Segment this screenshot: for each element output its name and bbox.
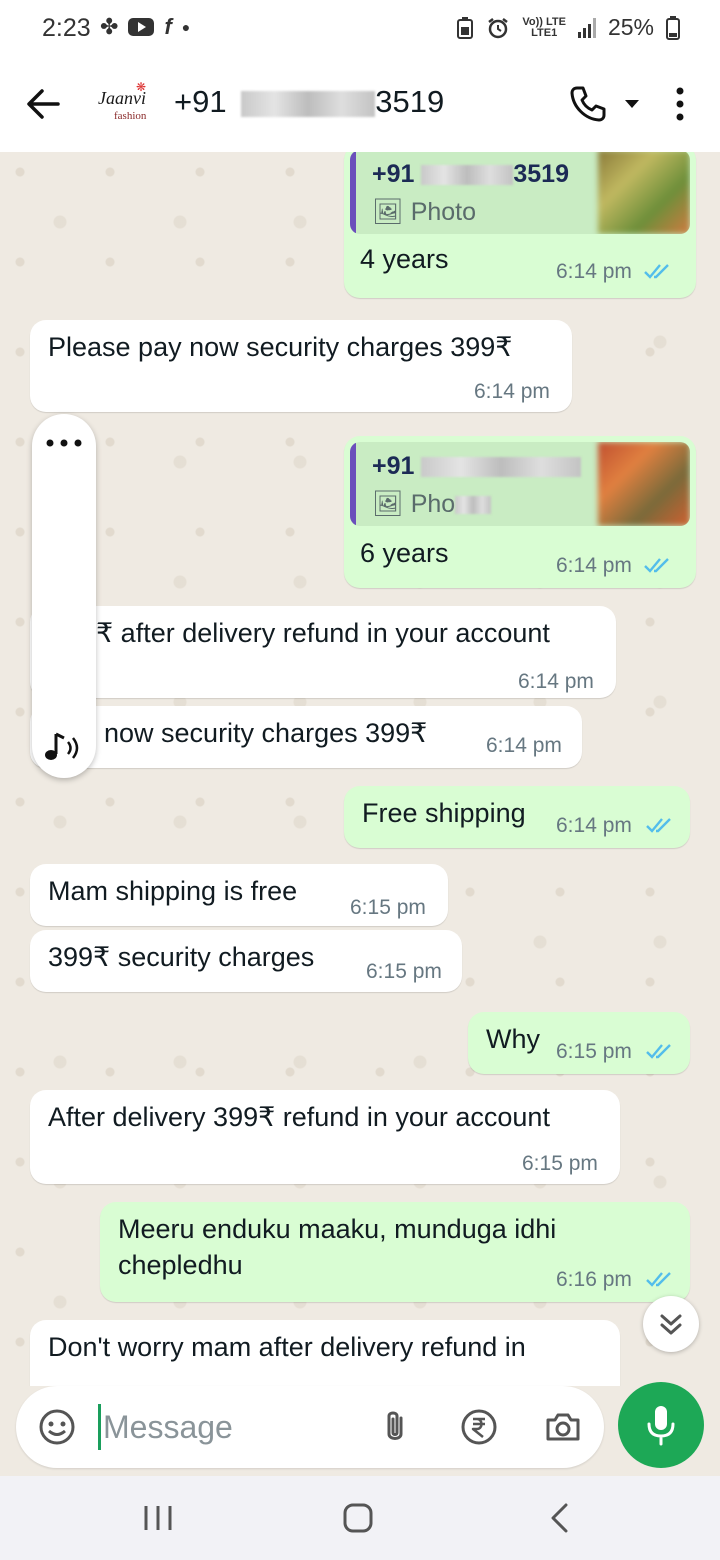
home-icon[interactable] (338, 1500, 378, 1536)
signal-icon (577, 17, 596, 38)
message-outgoing[interactable]: Free shipping 6:14 pm (344, 786, 690, 848)
message-incoming[interactable]: Don't worry mam after delivery refund in (30, 1320, 620, 1386)
scroll-to-bottom-button[interactable] (643, 1296, 699, 1352)
contact-avatar[interactable]: ❋ Jaanvi fashion (96, 80, 154, 128)
message-time: 6:15 pm (366, 960, 442, 983)
phone-icon[interactable] (568, 84, 608, 124)
message-outgoing[interactable]: +91 🖼︎ Pho 6 years 6:14 pm (344, 436, 696, 588)
more-vert-icon[interactable] (670, 84, 690, 124)
message-text: 399₹ security charges (48, 942, 315, 972)
battery-saver-icon (457, 16, 474, 39)
quote-bar (350, 442, 356, 526)
status-bar: 2:23 ✤ f ● Vo)) LTE LTE1 25% (0, 0, 720, 58)
message-list[interactable]: +91 3519 🖼︎ Photo 4 years 6:14 pm Please… (0, 152, 720, 1386)
message-outgoing[interactable]: Why 6:15 pm (468, 1012, 690, 1074)
message-text-line: chepledhu (118, 1250, 243, 1280)
message-time: 6:15 pm (556, 1040, 632, 1063)
read-ticks-icon (646, 1044, 671, 1059)
contact-name[interactable]: +91 3519 (174, 84, 444, 120)
message-time: 6:16 pm (556, 1268, 632, 1291)
read-ticks-icon (646, 1272, 671, 1287)
message-time: 6:14 pm (556, 554, 632, 577)
battery-icon (666, 15, 680, 40)
message-text: 6 years (360, 538, 449, 568)
read-ticks-icon (644, 264, 669, 279)
read-ticks-icon (644, 558, 669, 573)
double-chevron-down-icon (660, 1314, 682, 1335)
alarm-icon (488, 17, 509, 38)
voice-record-button[interactable] (618, 1382, 704, 1468)
message-text: Please pay now security charges 399₹ (48, 332, 513, 362)
message-text: After delivery 399₹ refund in your accou… (48, 1102, 550, 1132)
read-aloud-icon[interactable] (42, 730, 86, 766)
message-incoming[interactable]: ₹ after delivery refund in your account … (30, 606, 616, 698)
nav-back-icon[interactable] (540, 1500, 580, 1536)
read-ticks-icon (646, 818, 671, 833)
mic-icon (647, 1406, 675, 1446)
message-text: 4 years (360, 244, 449, 274)
message-text: Free shipping (362, 798, 526, 828)
redacted-number (241, 90, 376, 117)
message-incoming[interactable]: now security charges 399₹ 6:14 pm (30, 706, 582, 768)
message-text: Don't worry mam after delivery refund in (48, 1332, 526, 1362)
status-time: 2:23 (42, 14, 91, 42)
chat-header: ❋ Jaanvi fashion +91 3519 (0, 58, 720, 152)
message-text: now security charges 399₹ (104, 718, 428, 748)
message-time: 6:15 pm (350, 896, 426, 919)
message-text: Mam shipping is free (48, 876, 298, 906)
youtube-icon (128, 18, 155, 36)
message-time: 6:14 pm (556, 260, 632, 283)
quote-sender: +91 3519 (372, 160, 569, 188)
quote-bar (350, 152, 356, 234)
facebook-icon: f (164, 14, 172, 39)
quoted-message[interactable]: +91 🖼︎ Pho (350, 442, 690, 526)
logo-text: Jaanvi (98, 88, 146, 108)
notification-icons: ✤ f ● (100, 14, 190, 40)
message-time: 6:14 pm (486, 734, 562, 757)
message-time: 6:14 pm (556, 814, 632, 837)
message-time: 6:15 pm (522, 1152, 598, 1175)
network-type: Vo)) LTE LTE1 (522, 15, 566, 39)
more-horiz-icon[interactable] (44, 436, 84, 450)
chevron-down-icon[interactable] (622, 96, 642, 112)
quoted-message[interactable]: +91 3519 🖼︎ Photo (350, 152, 690, 234)
quote-type: 🖼︎ Photo (372, 198, 477, 226)
message-text: ₹ after delivery refund in your account (96, 618, 550, 648)
logo-subtext: fashion (114, 110, 147, 122)
system-navigation-bar (0, 1476, 720, 1560)
quote-thumbnail (598, 442, 690, 526)
sticker-icon[interactable] (36, 1406, 78, 1448)
message-text: Why (486, 1024, 540, 1054)
message-outgoing[interactable]: +91 3519 🖼︎ Photo 4 years 6:14 pm (344, 152, 696, 298)
recent-apps-icon[interactable] (138, 1500, 178, 1536)
camera-icon[interactable] (542, 1406, 584, 1448)
message-incoming[interactable]: Mam shipping is free 6:15 pm (30, 864, 448, 926)
message-outgoing[interactable]: Meeru enduku maaku, munduga idhi chepled… (100, 1202, 690, 1302)
quote-type: 🖼︎ Pho (372, 490, 492, 519)
quote-sender: +91 (372, 452, 582, 481)
battery-level: 25% (607, 14, 654, 40)
paperclip-icon[interactable] (374, 1406, 416, 1448)
pinwheel-icon: ✤ (100, 14, 119, 39)
image-icon: 🖼︎ (372, 198, 404, 226)
message-input[interactable] (98, 1404, 358, 1450)
image-icon: 🖼︎ (372, 490, 404, 518)
message-text-line: Meeru enduku maaku, munduga idhi (118, 1214, 557, 1244)
system-icons: Vo)) LTE LTE1 25% (456, 14, 680, 41)
message-incoming[interactable]: 399₹ security charges 6:15 pm (30, 930, 462, 992)
message-incoming[interactable]: Please pay now security charges 399₹ 6:1… (30, 320, 572, 412)
dot-icon: ● (181, 19, 191, 35)
quote-thumbnail (598, 152, 690, 234)
message-incoming[interactable]: After delivery 399₹ refund in your accou… (30, 1090, 620, 1184)
back-arrow-icon[interactable] (22, 82, 62, 126)
compose-bar (0, 1382, 720, 1476)
message-input-container[interactable] (16, 1386, 604, 1468)
rupee-icon[interactable] (458, 1406, 500, 1448)
message-time: 6:14 pm (474, 380, 550, 403)
message-time: 6:14 pm (518, 670, 594, 693)
floating-toolbar[interactable] (32, 414, 96, 778)
